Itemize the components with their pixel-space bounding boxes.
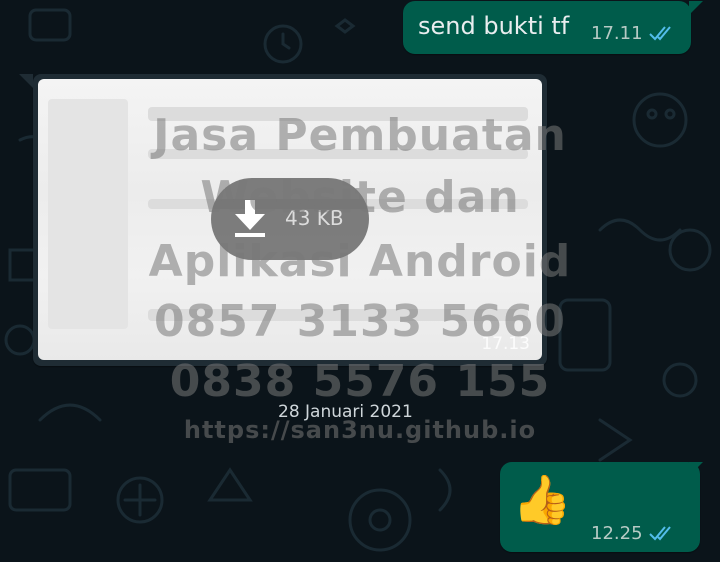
watermark-line: 0857 3133 5660 — [153, 296, 567, 347]
thumbs-up-emoji: 👍 — [512, 472, 572, 528]
watermark-line: Jasa Pembuatan — [153, 110, 567, 161]
watermark-line: Aplikasi Android — [148, 236, 572, 287]
watermark-line: Website dan — [200, 172, 520, 223]
date-separator: 28 Januari 2021 — [278, 402, 413, 422]
message-time: 12.25 — [591, 523, 643, 544]
double-check-read-icon — [649, 26, 671, 41]
double-check-read-icon — [649, 526, 671, 541]
message-text: send bukti tf — [418, 12, 570, 40]
message-time: 17.11 — [591, 23, 643, 44]
